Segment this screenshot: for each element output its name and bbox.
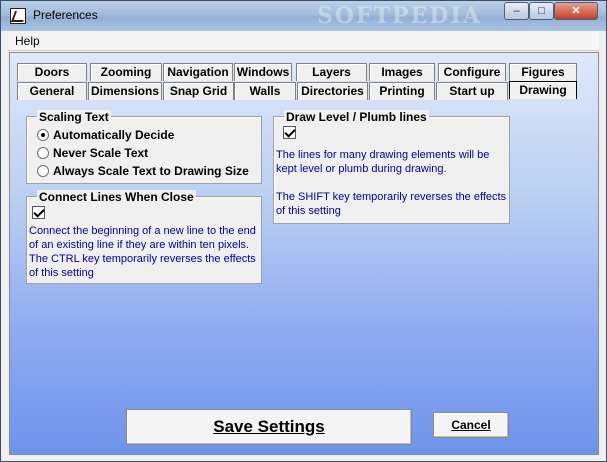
preferences-window: Preferences SOFTPEDIA – □ ✕ Help Doors Z…	[0, 0, 607, 462]
radio-label: Never Scale Text	[53, 146, 149, 160]
tab-doors[interactable]: Doors	[17, 63, 87, 81]
menu-bar: Help	[8, 31, 599, 51]
draw-level-checkbox[interactable]	[283, 126, 296, 139]
tab-printing[interactable]: Printing	[369, 82, 435, 100]
radio-button-icon[interactable]	[37, 147, 49, 159]
connect-lines-group: Connect Lines When Close Connect the beg…	[26, 190, 262, 284]
tab-directories[interactable]: Directories	[297, 82, 368, 100]
scaling-text-group: Scaling Text Automatically Decide Never …	[26, 110, 262, 184]
save-settings-button[interactable]: Save Settings	[126, 409, 412, 445]
app-icon	[10, 8, 26, 24]
scaling-text-title: Scaling Text	[37, 110, 111, 124]
radio-button-icon[interactable]	[37, 129, 49, 141]
tab-snap-grid[interactable]: Snap Grid	[163, 82, 234, 100]
window-title: Preferences	[33, 8, 98, 22]
radio-button-icon[interactable]	[37, 165, 49, 177]
watermark: SOFTPEDIA	[317, 3, 482, 29]
tab-images[interactable]: Images	[369, 63, 435, 81]
tab-walls[interactable]: Walls	[234, 82, 296, 100]
radio-automatically-decide[interactable]: Automatically Decide	[37, 127, 257, 143]
tab-navigation[interactable]: Navigation	[163, 63, 233, 81]
radio-label: Always Scale Text to Drawing Size	[53, 164, 249, 178]
tab-dimensions[interactable]: Dimensions	[88, 82, 162, 100]
tab-layers[interactable]: Layers	[296, 63, 367, 81]
draw-level-title: Draw Level / Plumb lines	[284, 110, 429, 124]
tab-general[interactable]: General	[17, 82, 87, 100]
tab-configure[interactable]: Configure	[438, 63, 506, 81]
menu-help[interactable]: Help	[15, 34, 40, 48]
radio-label: Automatically Decide	[53, 128, 175, 142]
cancel-button[interactable]: Cancel	[433, 412, 509, 438]
tab-windows[interactable]: Windows	[234, 63, 292, 81]
radio-never-scale-text[interactable]: Never Scale Text	[37, 145, 257, 161]
title-bar[interactable]: Preferences SOFTPEDIA – □ ✕	[1, 1, 606, 31]
tab-start-up[interactable]: Start up	[436, 82, 508, 100]
drawing-tab-content: Doors Zooming Navigation Windows Layers …	[9, 52, 599, 455]
tab-figures[interactable]: Figures	[509, 63, 577, 81]
draw-level-description: The lines for many drawing elements will…	[276, 149, 507, 217]
connect-lines-title: Connect Lines When Close	[37, 190, 196, 204]
draw-level-group: Draw Level / Plumb lines The lines for m…	[273, 110, 510, 224]
minimize-button[interactable]: –	[504, 2, 529, 20]
tab-drawing[interactable]: Drawing	[509, 81, 577, 99]
tab-zooming[interactable]: Zooming	[90, 63, 162, 81]
close-button[interactable]: ✕	[554, 2, 598, 20]
connect-lines-description: Connect the beginning of a new line to t…	[29, 225, 256, 279]
radio-always-scale-text[interactable]: Always Scale Text to Drawing Size	[37, 163, 257, 179]
connect-lines-checkbox[interactable]	[32, 206, 45, 219]
maximize-button[interactable]: □	[529, 2, 554, 20]
